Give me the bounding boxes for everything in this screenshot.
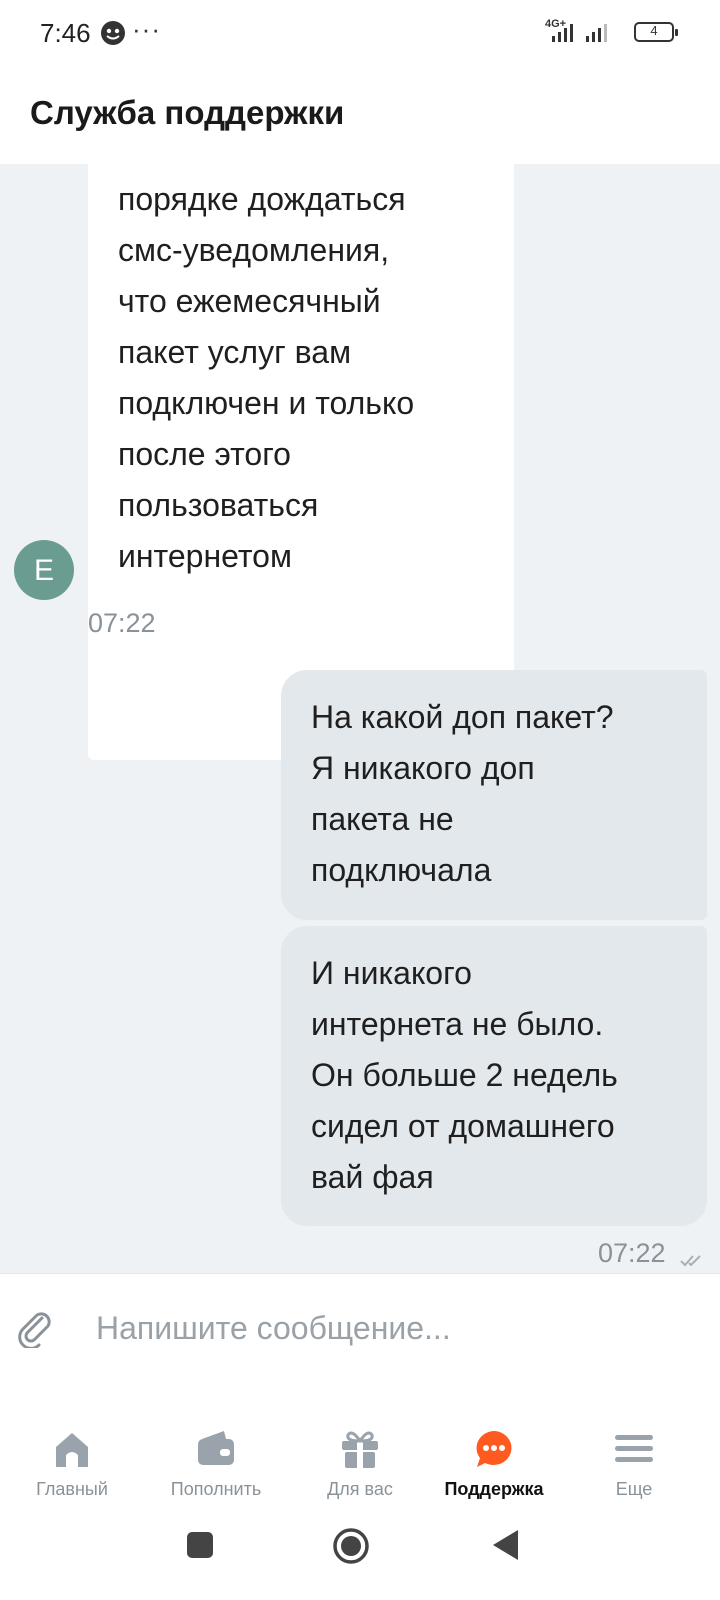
nav-label: Главный bbox=[36, 1479, 108, 1499]
app-header: Служба поддержки bbox=[0, 68, 720, 164]
battery-icon: 4 bbox=[634, 22, 678, 42]
nav-item-more[interactable]: Еще bbox=[562, 1393, 706, 1505]
chat-bubble-icon bbox=[476, 1431, 512, 1467]
message-input-bar bbox=[0, 1273, 720, 1394]
avatar: E bbox=[14, 540, 74, 600]
nav-item-top-up[interactable]: Пополнить bbox=[144, 1393, 288, 1505]
nav-label: Пополнить bbox=[170, 1479, 262, 1499]
recent-apps-button[interactable] bbox=[184, 1529, 216, 1561]
home-icon bbox=[56, 1433, 88, 1467]
attach-icon[interactable] bbox=[14, 1304, 54, 1348]
message-text: порядке дождаться смс-уведомления, что е… bbox=[118, 181, 415, 574]
message-text: И никакого интернета не было. Он больше … bbox=[311, 955, 618, 1195]
message-input[interactable] bbox=[94, 1302, 698, 1354]
signal-icon bbox=[552, 24, 573, 42]
bottom-nav: Главный Пополнить Для вас Поддержка Еще bbox=[0, 1393, 720, 1505]
message-time: 07:22 bbox=[598, 1238, 666, 1268]
outgoing-message[interactable]: И никакого интернета не было. Он больше … bbox=[281, 926, 707, 1226]
nav-item-home[interactable]: Главный bbox=[0, 1393, 144, 1505]
notification-face-icon bbox=[101, 21, 125, 45]
nav-label: Для вас bbox=[327, 1479, 393, 1499]
nav-label: Еще bbox=[615, 1479, 653, 1499]
system-nav-bar bbox=[0, 1505, 720, 1600]
message-time: 07:22 bbox=[88, 608, 156, 638]
status-time: 7:46 bbox=[40, 18, 91, 48]
nav-item-for-you[interactable]: Для вас bbox=[288, 1393, 432, 1505]
message-text: На какой доп пакет? Я никакого доп пакет… bbox=[311, 699, 614, 888]
status-bar: 7:46 ··· 4G+ 4 bbox=[0, 0, 720, 68]
nav-label: Поддержка bbox=[444, 1479, 544, 1499]
outgoing-message[interactable]: На какой доп пакет? Я никакого доп пакет… bbox=[281, 670, 707, 920]
page-title: Служба поддержки bbox=[30, 94, 345, 131]
nav-item-support[interactable]: Поддержка bbox=[422, 1393, 566, 1505]
chat-area[interactable]: порядке дождаться смс-уведомления, что е… bbox=[0, 164, 720, 1273]
battery-level: 4 bbox=[650, 23, 658, 38]
home-button[interactable] bbox=[332, 1527, 370, 1565]
double-check-icon bbox=[680, 1255, 701, 1267]
status-overflow-dots: ··· bbox=[132, 14, 161, 44]
back-button[interactable] bbox=[490, 1527, 522, 1563]
signal-icon bbox=[586, 24, 607, 42]
wallet-icon bbox=[198, 1431, 234, 1465]
menu-icon bbox=[615, 1435, 653, 1462]
gift-icon bbox=[342, 1431, 378, 1468]
